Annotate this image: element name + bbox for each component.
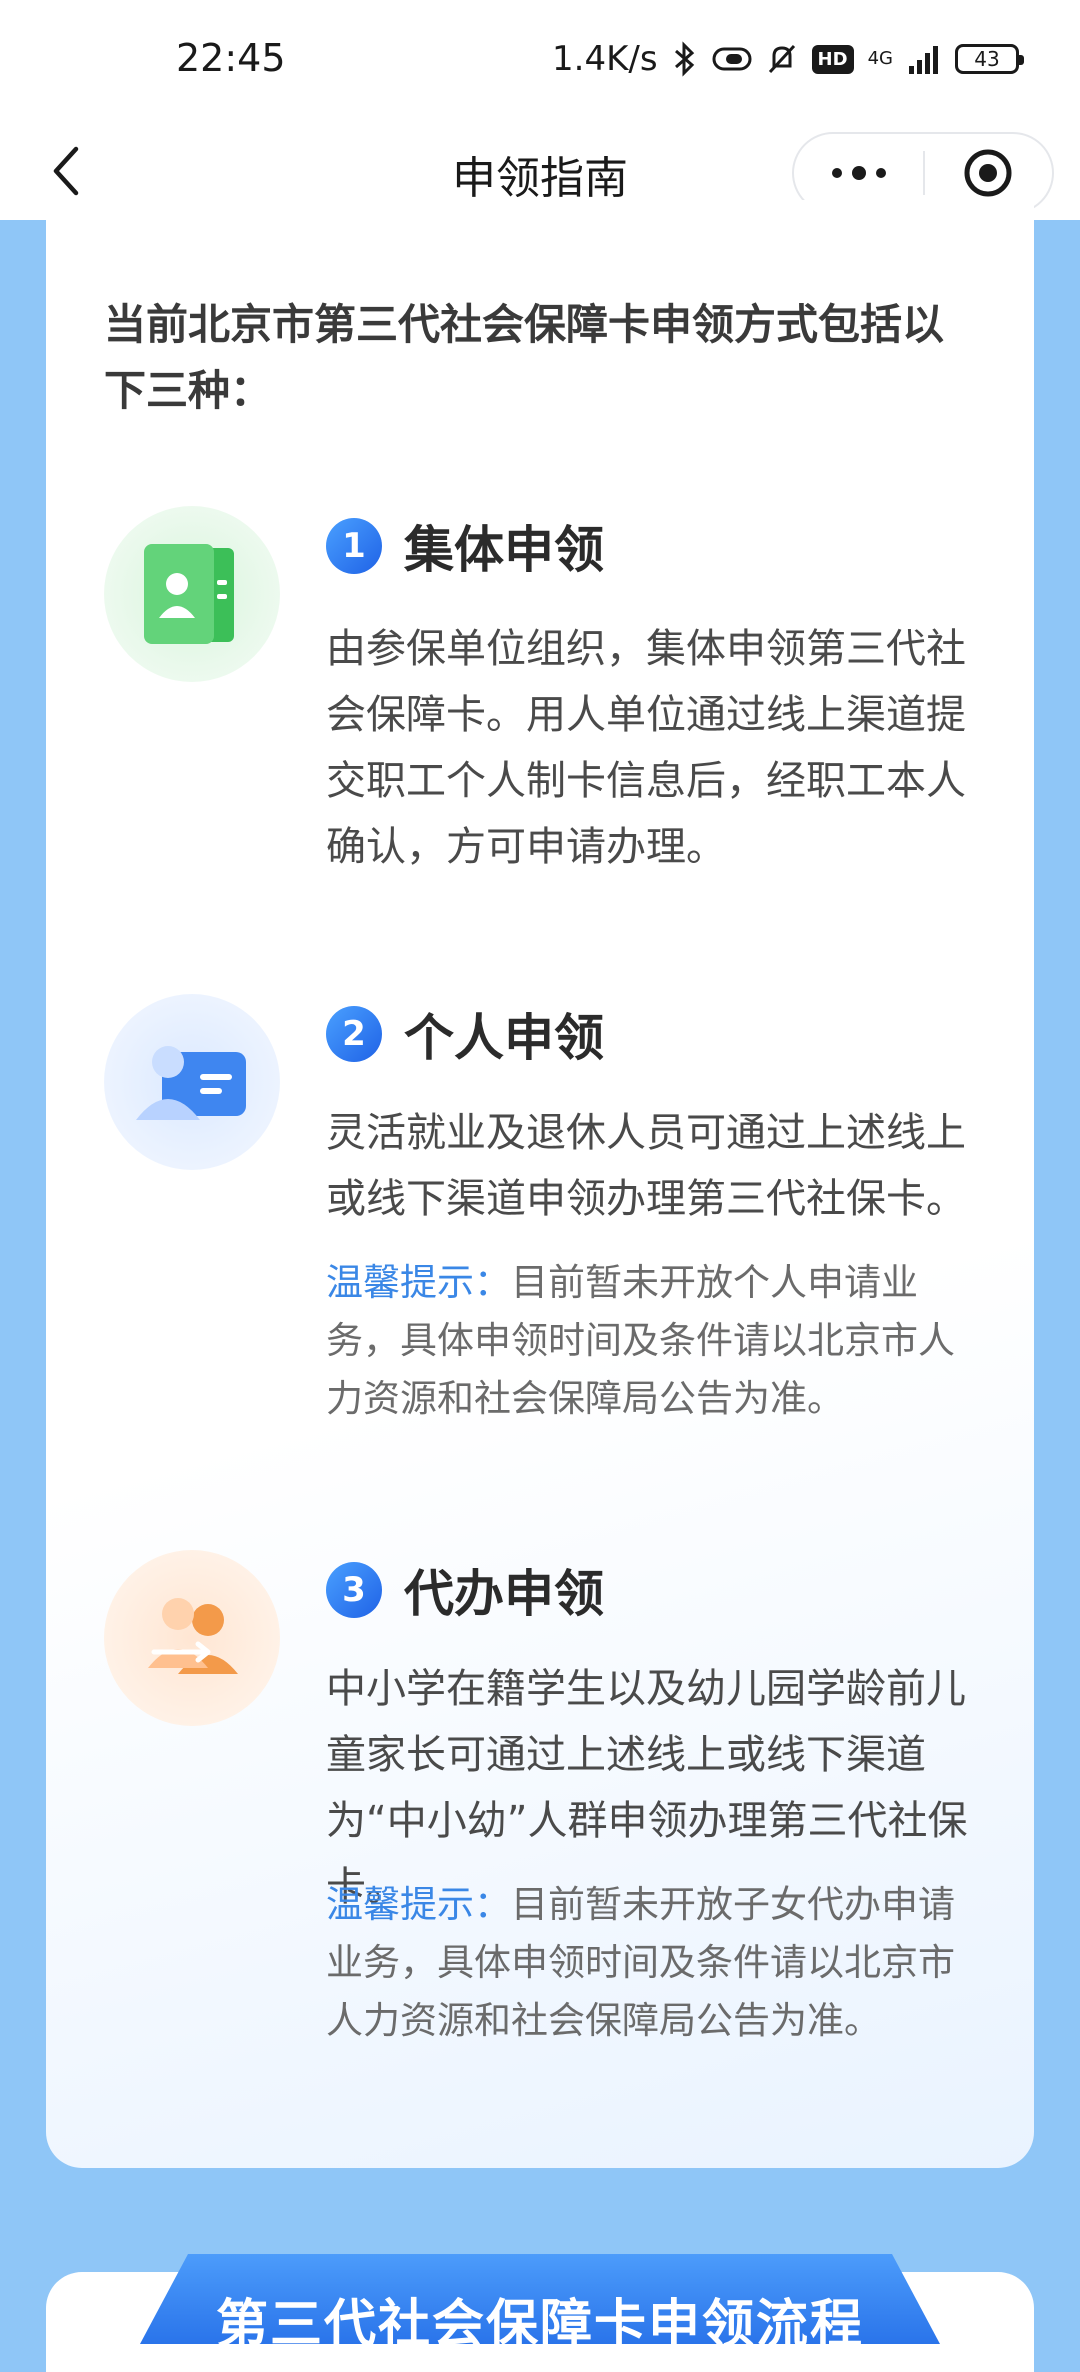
section-header: 2 个人申领 bbox=[326, 998, 604, 1070]
section-body: 灵活就业及退休人员可通过上述线上或线下渠道申领办理第三代社保卡。 bbox=[326, 1110, 966, 1222]
section-title: 集体申领 bbox=[404, 521, 604, 579]
vibrate-icon bbox=[712, 45, 752, 73]
battery-icon: 43 bbox=[954, 44, 1024, 74]
personal-card-icon bbox=[104, 994, 280, 1170]
bluetooth-icon bbox=[672, 41, 698, 77]
section-body: 由参保单位组织，集体申领第三代社会保障卡。用人单位通过线上渠道提交职工个人制卡信… bbox=[326, 626, 966, 870]
tip-label: 温馨提示： bbox=[326, 1261, 511, 1304]
section-header: 3 代办申领 bbox=[326, 1554, 604, 1626]
mute-icon bbox=[766, 42, 798, 76]
hd-icon: HD bbox=[811, 44, 854, 74]
tip-box: 温馨提示：目前暂未开放个人申请业务，具体申领时间及条件请以北京市人力资源和社会保… bbox=[326, 1254, 986, 1428]
tip-label: 温馨提示： bbox=[326, 1883, 511, 1926]
status-time: 22:45 bbox=[176, 36, 286, 80]
target-icon bbox=[964, 149, 1012, 197]
tip-box: 温馨提示：目前暂未开放子女代办申请业务，具体申领时间及条件请以北京市人力资源和社… bbox=[326, 1876, 986, 2050]
agent-people-icon bbox=[104, 1550, 280, 1726]
section-title: 个人申领 bbox=[404, 1009, 604, 1067]
signal-icon bbox=[907, 44, 941, 74]
section-header: 1 集体申领 bbox=[326, 510, 604, 582]
number-badge: 1 bbox=[326, 518, 382, 574]
status-icons: 1.4K/s HD 4G 43 bbox=[552, 34, 1024, 84]
status-bar: 22:45 1.4K/s HD 4G 43 bbox=[0, 0, 1080, 120]
intro-text: 当前北京市第三代社会保障卡申领方式包括以下三种： bbox=[104, 300, 945, 415]
section-title: 代办申领 bbox=[404, 1565, 604, 1623]
number-badge: 2 bbox=[326, 1006, 382, 1062]
id-card-group-icon bbox=[104, 506, 280, 682]
flow-banner: 第三代社会保障卡申领流程 bbox=[140, 2254, 940, 2344]
number-badge: 3 bbox=[326, 1562, 382, 1618]
net-speed: 1.4K/s bbox=[552, 39, 658, 79]
more-dots-icon bbox=[831, 166, 886, 180]
network-label: 4G bbox=[867, 48, 893, 69]
guide-card: 当前北京市第三代社会保障卡申领方式包括以下三种： 1 集体申领 由参保单位组织，… bbox=[46, 200, 1034, 2168]
